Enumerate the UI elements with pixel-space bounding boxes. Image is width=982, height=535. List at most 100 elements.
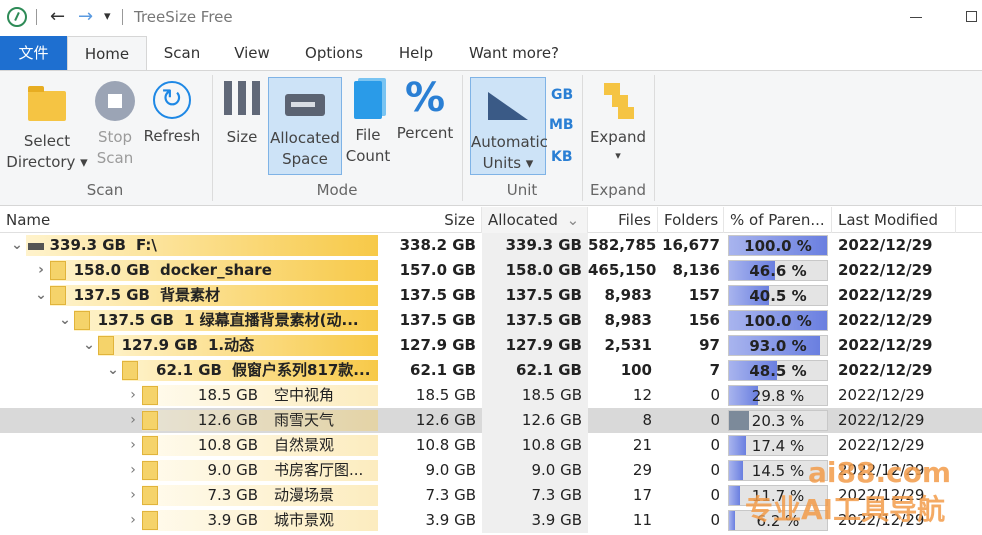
folders-value: 16,677 [662, 236, 720, 254]
group-label-mode: Mode [316, 181, 358, 199]
expand-toggle-icon[interactable]: ⌄ [82, 333, 96, 358]
tree-row[interactable]: › 12.6 GB 雨雪天气 12.6 GB 12.6 GB 8 0 20.3 % 2022/1… [0, 408, 982, 433]
allocated-value: 10.8 GB [521, 436, 582, 454]
percent-bar: 46.6 % [728, 260, 828, 281]
folders-value: 0 [710, 411, 720, 429]
size-mode-button[interactable]: Size [220, 81, 264, 148]
tree-row[interactable]: ⌄ 339.3 GB F:\ 338.2 GB 339.3 GB 582,785 16,67… [0, 233, 982, 258]
unit-mb-button[interactable]: MB [549, 117, 574, 133]
window-title: TreeSize Free [134, 8, 233, 26]
column-percent-of-parent[interactable]: % of Paren... [724, 207, 832, 233]
unit-gb-button[interactable]: GB [551, 87, 573, 103]
expand-button[interactable]: Expand ▾ [588, 81, 648, 164]
expand-toggle-icon[interactable]: ⌄ [58, 308, 72, 333]
maximize-icon[interactable] [966, 11, 977, 22]
tab-view[interactable]: View [222, 36, 282, 70]
allocated-value: 137.5 GB [505, 286, 582, 304]
forward-arrow-icon[interactable]: → [78, 6, 93, 28]
files-value: 29 [632, 461, 652, 479]
group-separator [212, 75, 213, 201]
files-value: 582,785 [588, 236, 657, 254]
expand-toggle-icon[interactable]: › [126, 433, 140, 458]
drive-icon [28, 243, 44, 250]
expand-toggle-icon[interactable]: › [126, 508, 140, 533]
folder-icon [142, 436, 158, 455]
folder-icon [98, 336, 114, 355]
quick-access-dropdown-icon[interactable]: ▾ [104, 6, 111, 28]
unit-kb-button[interactable]: KB [551, 149, 573, 165]
refresh-button[interactable]: Refresh [142, 81, 202, 147]
allocated-value: 137.5 GB [505, 311, 582, 329]
folders-value: 157 [688, 286, 720, 304]
files-value: 21 [632, 436, 652, 454]
folders-value: 0 [710, 436, 720, 454]
percent-bar: 29.8 % [728, 385, 828, 406]
tree-row[interactable]: › 18.5 GB 空中视角 18.5 GB 18.5 GB 12 0 29.8 % 2022/… [0, 383, 982, 408]
sort-indicator-icon: ⌄ [566, 211, 580, 229]
folders-value: 97 [699, 336, 720, 354]
allocated-value: 158.0 GB [505, 261, 582, 279]
size-label: 7.3 GB [207, 486, 258, 504]
back-arrow-icon[interactable]: ← [50, 6, 65, 28]
tree-row[interactable]: ⌄ 137.5 GB 1 绿幕直播背景素材(动... 137.5 GB 137.5 GB… [0, 308, 982, 333]
expand-toggle-icon[interactable]: › [34, 258, 48, 283]
allocated-value: 339.3 GB [505, 236, 582, 254]
files-value: 11 [632, 511, 652, 529]
expand-toggle-icon[interactable]: ⌄ [10, 233, 24, 258]
folder-name: 动漫场景 [274, 486, 335, 504]
expand-toggle-icon[interactable]: ⌄ [106, 358, 120, 383]
expand-toggle-icon[interactable]: › [126, 483, 140, 508]
files-value: 8,983 [604, 286, 652, 304]
ribbon-tab-bar: 文件 Home Scan View Options Help Want more… [0, 36, 982, 71]
folder-icon [142, 411, 158, 430]
folders-value: 156 [688, 311, 720, 329]
last-modified-value: 2022/12/29 [838, 236, 933, 254]
column-last-modified[interactable]: Last Modified [832, 207, 956, 233]
minimize-icon[interactable] [910, 17, 922, 18]
allocated-space-button[interactable]: Allocated Space [268, 77, 342, 175]
tree-row[interactable]: › 158.0 GB docker_share 157.0 GB 158.0 GB 465… [0, 258, 982, 283]
column-size[interactable]: Size [376, 207, 482, 233]
expand-toggle-icon[interactable]: › [126, 383, 140, 408]
percent-value: 100.0 % [744, 312, 812, 330]
toolbar-separator [36, 9, 37, 25]
tab-want-more[interactable]: Want more? [460, 36, 568, 70]
size-label: 137.5 GB [73, 286, 150, 304]
folder-name: 1.动态 [208, 336, 255, 354]
expand-toggle-icon[interactable]: › [126, 458, 140, 483]
tree-row[interactable]: › 10.8 GB 自然景观 10.8 GB 10.8 GB 21 0 17.4 % 2022/… [0, 433, 982, 458]
column-allocated[interactable]: Allocated ⌄ [482, 207, 588, 233]
file-count-label: File [355, 126, 381, 144]
folder-name: 书房客厅图... [274, 461, 364, 479]
select-directory-button[interactable]: Select Directory ▾ [4, 83, 90, 173]
folders-value: 0 [710, 486, 720, 504]
tree-row[interactable]: ⌄ 62.1 GB 假窗户系列817款... 62.1 GB 62.1 GB 100 7 48… [0, 358, 982, 383]
select-directory-label-2: Directory ▾ [6, 153, 88, 171]
tree-row[interactable]: ⌄ 127.9 GB 1.动态 127.9 GB 127.9 GB 2,531 97 93.0… [0, 333, 982, 358]
tab-options[interactable]: Options [296, 36, 372, 70]
size-value: 127.9 GB [399, 336, 476, 354]
group-separator [654, 75, 655, 201]
file-count-label-2: Count [345, 147, 391, 165]
percent-value: 48.5 % [749, 362, 807, 380]
column-folders[interactable]: Folders [658, 207, 724, 233]
tree-row[interactable]: ⌄ 137.5 GB 背景素材 137.5 GB 137.5 GB 8,983 157 40.… [0, 283, 982, 308]
group-label-unit: Unit [506, 181, 538, 199]
tab-help[interactable]: Help [388, 36, 444, 70]
tab-file[interactable]: 文件 [0, 36, 67, 70]
column-name[interactable]: Name [0, 207, 376, 233]
allocated-value: 62.1 GB [516, 361, 582, 379]
automatic-units-button[interactable]: Automatic Units ▾ [470, 77, 548, 175]
file-count-button[interactable]: File Count [344, 81, 392, 167]
percent-mode-button[interactable]: % Percent [396, 77, 454, 144]
expand-toggle-icon[interactable]: › [126, 408, 140, 433]
tab-scan[interactable]: Scan [152, 36, 212, 70]
ruler-icon [486, 88, 530, 124]
column-files[interactable]: Files [588, 207, 658, 233]
folder-icon [142, 511, 158, 530]
expand-toggle-icon[interactable]: ⌄ [34, 283, 48, 308]
tab-home[interactable]: Home [67, 36, 147, 71]
files-value: 17 [632, 486, 652, 504]
allocated-space-label-2: Space [282, 150, 328, 168]
stop-scan-button[interactable]: Stop Scan [92, 81, 138, 169]
